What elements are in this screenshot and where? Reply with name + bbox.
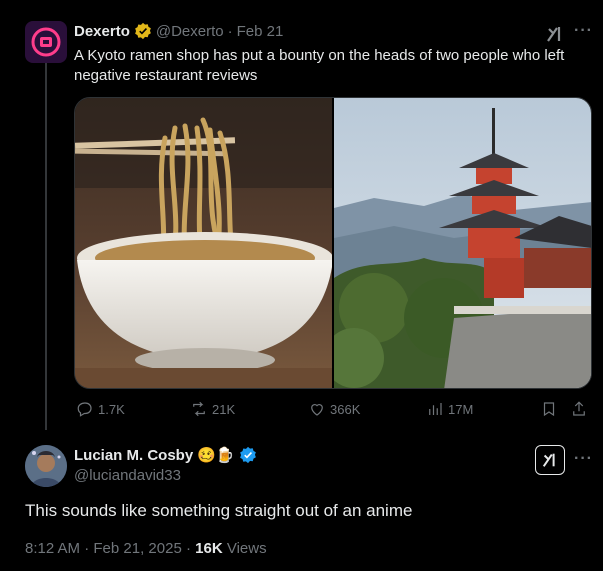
parent-tweet-header: Dexerto @Dexerto · Feb 21: [74, 22, 283, 40]
thread-connector-line: [45, 58, 47, 430]
parent-separator: ·: [227, 22, 233, 40]
main-more-icon[interactable]: ···: [574, 450, 593, 468]
like-button[interactable]: 366K: [308, 400, 360, 418]
pagoda-photo[interactable]: [334, 98, 591, 388]
views-count: 17M: [448, 401, 474, 417]
reply-count: 1.7K: [98, 401, 125, 417]
main-tweet-text: This sounds like something straight out …: [25, 501, 413, 520]
grok-icon: [542, 453, 555, 467]
verified-org-badge-icon: [135, 22, 151, 40]
share-button[interactable]: [570, 400, 588, 418]
dexerto-avatar[interactable]: [25, 21, 67, 63]
reply-button[interactable]: 1.7K: [76, 400, 125, 418]
ramen-image-icon: [75, 98, 332, 388]
parent-date[interactable]: Feb 21: [237, 23, 284, 40]
views-button[interactable]: 17M: [426, 400, 473, 418]
meta-separator: ·: [84, 540, 90, 557]
parent-author-name[interactable]: Dexerto: [74, 23, 130, 40]
verified-blue-badge-icon: [239, 446, 256, 464]
parent-media-grid[interactable]: [74, 97, 592, 389]
main-author-name[interactable]: Lucian M. Cosby: [74, 447, 193, 464]
user-avatar-icon: [25, 445, 67, 487]
reply-icon: [77, 402, 92, 417]
share-icon: [573, 401, 585, 416]
bookmark-button[interactable]: [540, 400, 558, 418]
grok-button[interactable]: [535, 445, 565, 475]
like-count: 366K: [330, 401, 361, 417]
pagoda-image-icon: [334, 98, 591, 388]
lucian-avatar[interactable]: [25, 445, 67, 487]
parent-action-bar: 1.7K 21K 366K 17M: [74, 400, 594, 422]
dexerto-logo-icon: [31, 27, 61, 57]
views-chart-icon: [429, 403, 442, 415]
meta-separator-2: ·: [185, 540, 191, 557]
parent-tweet-text: A Kyoto ramen shop has put a bounty on t…: [74, 47, 565, 84]
repost-button[interactable]: 21K: [190, 400, 235, 418]
views-label: Views: [226, 540, 267, 557]
parent-more-icon[interactable]: ···: [574, 22, 593, 40]
parent-handle[interactable]: @Dexerto: [156, 23, 224, 40]
repost-count: 21K: [212, 401, 236, 417]
ramen-photo[interactable]: [75, 98, 332, 388]
grok-icon[interactable]: [545, 24, 565, 44]
repost-icon: [193, 401, 205, 417]
main-author-row: Lucian M. Cosby 🥴🍺: [74, 446, 257, 464]
tweet-meta: 8:12 AM · Feb 21, 2025 · 16K Views: [25, 540, 267, 557]
tweet-date[interactable]: Feb 21, 2025: [93, 540, 181, 557]
heart-icon: [311, 404, 323, 416]
views-count-main: 16K: [195, 540, 223, 557]
author-emoji: 🥴🍺: [197, 446, 235, 464]
tweet-time[interactable]: 8:12 AM: [25, 540, 80, 557]
main-handle[interactable]: @luciandavid33: [74, 467, 181, 484]
bookmark-icon: [543, 402, 555, 417]
